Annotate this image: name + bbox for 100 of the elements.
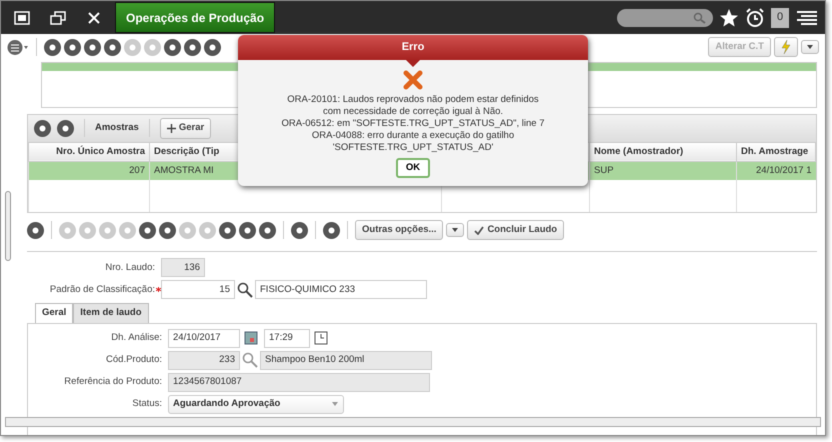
toolbar-button[interactable] — [44, 38, 61, 56]
table-cell: 207 — [28, 161, 150, 180]
splitter-handle[interactable] — [5, 191, 11, 261]
dot-icon — [103, 226, 112, 235]
dot-icon — [188, 42, 197, 52]
panel-title: Amostras — [95, 121, 139, 136]
column-header[interactable]: Nro. Único Amostra — [28, 142, 150, 162]
toolbar-button[interactable] — [139, 222, 156, 239]
export-button[interactable] — [291, 222, 308, 239]
dot-icon — [163, 226, 172, 235]
check-icon — [474, 226, 484, 235]
generate-button[interactable]: Gerar — [160, 118, 212, 138]
notification-count[interactable]: 0 — [771, 8, 789, 28]
toolbar-button[interactable] — [159, 222, 176, 239]
field-label: Cód.Produto: — [105, 352, 163, 367]
dot-icon — [148, 42, 157, 52]
toolbar-button[interactable] — [84, 38, 101, 56]
field-label: Referência do Produto: — [63, 374, 163, 389]
export-button[interactable] — [57, 120, 74, 137]
dot-icon — [61, 124, 70, 133]
search-field[interactable] — [617, 8, 713, 26]
conclude-button[interactable]: Concluir Laudo — [467, 220, 564, 240]
tab[interactable]: Item de laudo — [73, 303, 149, 322]
toolbar-button[interactable] — [184, 38, 201, 56]
calendar-icon[interactable] — [244, 331, 258, 345]
dot-icon — [143, 226, 152, 235]
toolbar-button[interactable] — [204, 38, 221, 56]
dropdown-button[interactable] — [446, 223, 464, 238]
code-field[interactable]: 233 — [168, 350, 240, 370]
search-icon — [693, 12, 707, 24]
dot-icon — [208, 42, 217, 52]
star-icon[interactable] — [719, 8, 739, 28]
lightning-icon — [781, 40, 791, 54]
column-header[interactable]: Dh. Amostrage — [736, 142, 816, 162]
dot-icon — [108, 42, 117, 52]
table-cell: SUP — [590, 161, 736, 180]
status-select[interactable]: Aguardando Aprovação — [168, 394, 344, 414]
dot-icon — [128, 42, 137, 52]
field-label: Dh. Análise: — [110, 330, 163, 345]
caret-icon — [806, 43, 814, 52]
pointer-icon — [406, 60, 420, 66]
search-icon[interactable] — [237, 282, 253, 298]
name-field[interactable]: FISICO-QUIMICO 233 — [255, 280, 427, 300]
dot-icon — [123, 226, 132, 235]
table-cell: 24/10/2017 1 — [736, 161, 816, 180]
menu-icon[interactable] — [795, 10, 819, 26]
restore-icon — [50, 10, 66, 24]
horizontal-scrollbar[interactable] — [5, 417, 821, 427]
dot-icon — [38, 124, 47, 133]
toolbar-button[interactable] — [64, 38, 81, 56]
name-field[interactable]: Shampoo Ben10 200ml — [260, 350, 432, 370]
dot-icon — [295, 226, 304, 235]
tools-button[interactable] — [323, 222, 340, 239]
dot-icon — [263, 226, 272, 235]
dot-icon — [183, 226, 192, 235]
toolbar-button[interactable] — [164, 38, 181, 56]
dot-icon — [68, 42, 77, 52]
plus-icon — [166, 124, 176, 133]
grid-button[interactable] — [34, 120, 51, 137]
field-label: Status: — [131, 396, 163, 411]
ok-button[interactable]: OK — [396, 158, 430, 178]
grid-menu-icon[interactable] — [7, 38, 29, 56]
app-tab[interactable]: Operações de Produção — [115, 2, 276, 33]
error-icon — [403, 70, 423, 90]
maximize-icon — [14, 10, 30, 24]
more-options-button[interactable]: Outras opções... — [355, 220, 444, 240]
alarm-clock-icon[interactable] — [745, 8, 765, 28]
field-label: Padrão de Classificação: — [48, 282, 155, 297]
dot-icon — [83, 226, 92, 235]
grid-button[interactable] — [27, 222, 44, 239]
toolbar-button[interactable] — [259, 222, 276, 239]
toolbar-button[interactable] — [239, 222, 256, 239]
dot-icon — [88, 42, 97, 52]
number-field[interactable]: 136 — [161, 258, 205, 278]
text-field[interactable]: 1234567801087 — [168, 372, 430, 392]
dot-icon — [243, 226, 252, 235]
caret-icon — [451, 226, 460, 234]
field-label: Nro. Laudo: — [104, 260, 156, 275]
time-field[interactable]: 17:29 — [264, 328, 310, 348]
dot-icon — [31, 226, 40, 235]
select-value: Aguardando Aprovação — [173, 396, 280, 411]
dot-icon — [223, 226, 232, 235]
error-message: ORA-20101: Laudos reprovados não podem estar definidos com necessidade de correção igual à Não. ORA-06512: em "SOFTESTE.TRG_UPT_STATUS_AD", line 7 ORA-04088: erro durante a execução do gatilho 'SOFTESTE.TRG_UPT_STATUS_AD' — [280, 94, 546, 154]
dot-icon — [327, 226, 336, 235]
column-header[interactable]: Nome (Amostrador) — [590, 142, 736, 162]
tab[interactable]: Geral — [35, 303, 74, 322]
dot-icon — [63, 226, 72, 235]
dot-icon — [203, 226, 212, 235]
code-field[interactable]: 15 — [161, 280, 235, 300]
dot-icon — [48, 42, 57, 52]
close-icon — [88, 12, 100, 24]
required-icon — [156, 287, 160, 292]
toolbar-button[interactable] — [104, 38, 121, 56]
clock-icon[interactable] — [314, 331, 328, 345]
caret-icon — [331, 400, 339, 408]
toolbar-button[interactable] — [219, 222, 236, 239]
dot-icon — [168, 42, 177, 52]
dropdown-button[interactable] — [801, 40, 819, 54]
dialog-title: Erro — [238, 35, 588, 60]
date-field[interactable]: 24/10/2017 — [168, 328, 240, 348]
